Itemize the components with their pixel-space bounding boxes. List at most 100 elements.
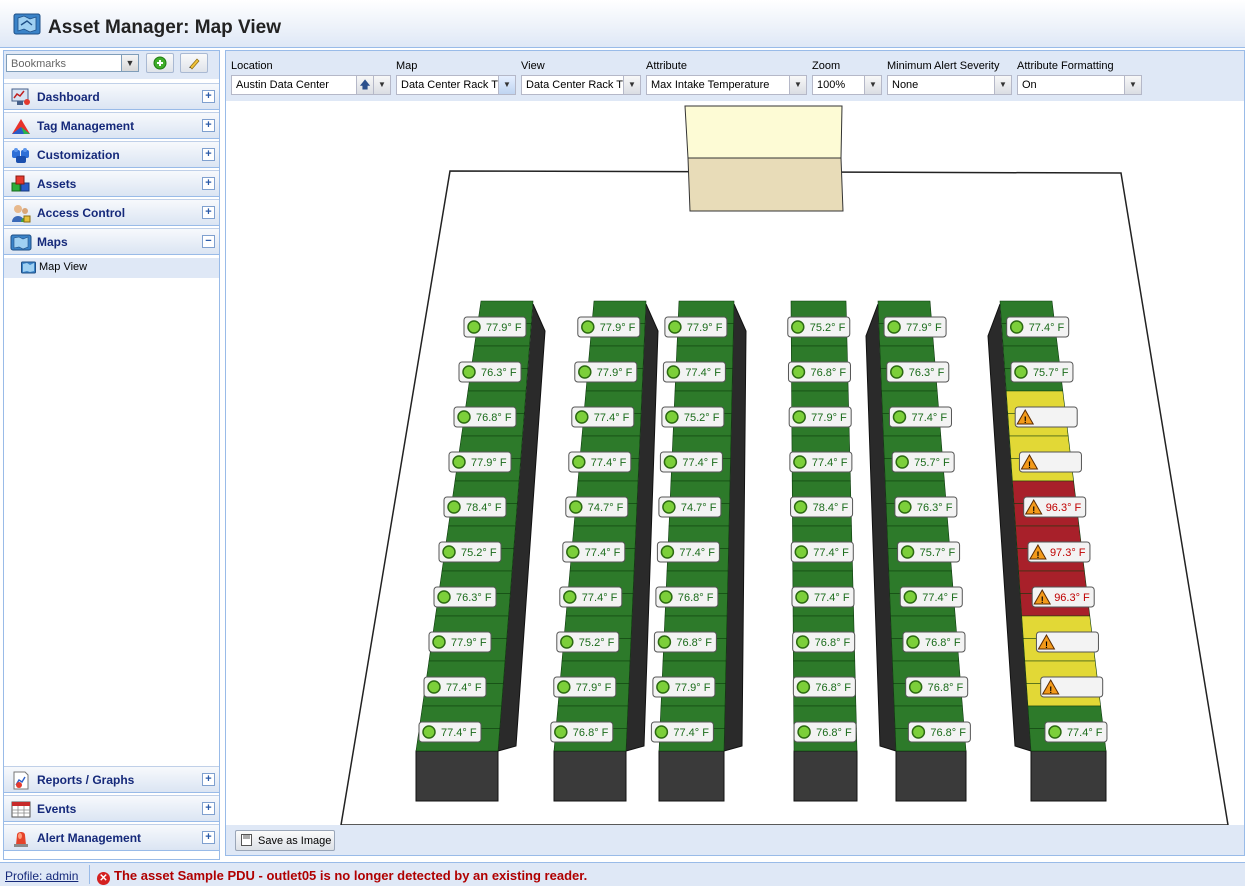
temperature-reading[interactable]: 76.3° F: [894, 496, 958, 518]
edit-bookmark-button[interactable]: [180, 53, 208, 73]
temperature-reading[interactable]: 76.8° F: [907, 721, 971, 743]
temperature-reading[interactable]: 77.4° F: [656, 541, 720, 563]
min-alert-select[interactable]: None ▼: [887, 75, 1012, 95]
temperature-reading[interactable]: 77.9° F: [652, 676, 716, 698]
nav-access-control[interactable]: Access Control +: [4, 199, 219, 226]
temperature-reading[interactable]: 78.4° F: [443, 496, 507, 518]
expand-icon[interactable]: +: [202, 148, 215, 161]
nav-reports-graphs[interactable]: Reports / Graphs +: [4, 766, 219, 793]
chevron-down-icon[interactable]: ▼: [498, 76, 515, 94]
temperature-reading[interactable]: 77.9° F: [463, 316, 527, 338]
temperature-reading[interactable]: 76.8° F: [792, 676, 856, 698]
expand-icon[interactable]: +: [202, 773, 215, 786]
temperature-reading[interactable]: 76.8° F: [905, 676, 969, 698]
temperature-reading[interactable]: 75.2° F: [787, 316, 851, 338]
collapse-icon[interactable]: −: [202, 235, 215, 248]
chevron-down-icon[interactable]: ▼: [623, 76, 640, 94]
temperature-reading[interactable]: !: [1018, 451, 1082, 473]
nav-tag-management[interactable]: Tag Management +: [4, 112, 219, 139]
add-bookmark-button[interactable]: [146, 53, 174, 73]
location-select[interactable]: Austin Data Center 🡅 ▼: [231, 75, 391, 95]
nav-events[interactable]: Events +: [4, 795, 219, 822]
temperature-reading[interactable]: 75.2° F: [556, 631, 620, 653]
rack-row[interactable]: 77.9° F 77.4° F 75.2° F 77.4° F 74.7° F 77.4°…: [650, 300, 747, 802]
temperature-reading[interactable]: 75.7° F: [1010, 361, 1074, 383]
temperature-reading[interactable]: 77.4° F: [899, 586, 963, 608]
zoom-select[interactable]: 100% ▼: [812, 75, 882, 95]
temperature-reading[interactable]: 77.9° F: [428, 631, 492, 653]
expand-icon[interactable]: +: [202, 119, 215, 132]
temperature-reading[interactable]: !: [1014, 406, 1078, 428]
up-arrow-icon[interactable]: 🡅: [356, 76, 373, 94]
temperature-reading[interactable]: 76.8° F: [787, 361, 851, 383]
expand-icon[interactable]: +: [202, 831, 215, 844]
temperature-reading[interactable]: !: [1035, 631, 1099, 653]
nav-map-view[interactable]: Map View: [4, 258, 219, 278]
temperature-reading[interactable]: 77.4° F: [1006, 316, 1070, 338]
temperature-reading[interactable]: 75.2° F: [661, 406, 725, 428]
temperature-reading[interactable]: 76.3° F: [886, 361, 950, 383]
temperature-reading[interactable]: 77.4° F: [562, 541, 626, 563]
temperature-reading[interactable]: 77.4° F: [791, 586, 855, 608]
temperature-reading[interactable]: 77.4° F: [789, 451, 853, 473]
temperature-reading[interactable]: 77.4° F: [790, 541, 854, 563]
temperature-reading[interactable]: 77.9° F: [664, 316, 728, 338]
temperature-reading[interactable]: 76.8° F: [655, 586, 719, 608]
temperature-reading[interactable]: 76.8° F: [902, 631, 966, 653]
chevron-down-icon[interactable]: ▼: [864, 76, 881, 94]
temperature-reading[interactable]: 77.4° F: [571, 406, 635, 428]
temperature-reading[interactable]: ! 96.3° F: [1023, 496, 1087, 518]
temperature-reading[interactable]: 77.4° F: [650, 721, 714, 743]
nav-alert-management[interactable]: Alert Management +: [4, 824, 219, 851]
temperature-reading[interactable]: 77.4° F: [659, 451, 723, 473]
temperature-reading[interactable]: 76.8° F: [792, 631, 856, 653]
chevron-down-icon[interactable]: ▼: [789, 76, 806, 94]
temperature-reading[interactable]: 77.4° F: [559, 586, 623, 608]
bookmarks-select[interactable]: Bookmarks ▼: [6, 54, 139, 72]
cooling-unit[interactable]: [684, 105, 844, 212]
temperature-reading[interactable]: 74.7° F: [658, 496, 722, 518]
temperature-reading[interactable]: 76.3° F: [458, 361, 522, 383]
rack-map[interactable]: 77.9° F 76.3° F 76.8° F 77.9° F 78.4° F 75.2°…: [226, 101, 1244, 825]
temperature-reading[interactable]: 76.8° F: [550, 721, 614, 743]
temperature-reading[interactable]: 75.2° F: [438, 541, 502, 563]
chevron-down-icon[interactable]: ▼: [1124, 76, 1141, 94]
attr-format-select[interactable]: On ▼: [1017, 75, 1142, 95]
temperature-reading[interactable]: 77.4° F: [662, 361, 726, 383]
chevron-down-icon[interactable]: ▼: [994, 76, 1011, 94]
temperature-reading[interactable]: 77.4° F: [423, 676, 487, 698]
temperature-reading[interactable]: !: [1040, 676, 1104, 698]
temperature-reading[interactable]: 77.9° F: [883, 316, 947, 338]
temperature-reading[interactable]: 77.9° F: [577, 316, 641, 338]
nav-assets[interactable]: Assets +: [4, 170, 219, 197]
temperature-reading[interactable]: 77.4° F: [1044, 721, 1108, 743]
temperature-reading[interactable]: 76.8° F: [793, 721, 857, 743]
expand-icon[interactable]: +: [202, 206, 215, 219]
chevron-down-icon[interactable]: ▼: [373, 76, 390, 94]
temperature-reading[interactable]: 77.9° F: [553, 676, 617, 698]
temperature-reading[interactable]: 76.8° F: [653, 631, 717, 653]
view-select[interactable]: Data Center Rack T ▼: [521, 75, 641, 95]
temperature-reading[interactable]: 74.7° F: [565, 496, 629, 518]
temperature-reading[interactable]: ! 97.3° F: [1027, 541, 1091, 563]
temperature-reading[interactable]: 77.4° F: [568, 451, 632, 473]
map-select[interactable]: Data Center Rack T ▼: [396, 75, 516, 95]
expand-icon[interactable]: +: [202, 90, 215, 103]
temperature-reading[interactable]: 78.4° F: [790, 496, 854, 518]
temperature-reading[interactable]: 75.7° F: [891, 451, 955, 473]
chevron-down-icon[interactable]: ▼: [121, 55, 138, 71]
nav-customization[interactable]: Customization +: [4, 141, 219, 168]
map-canvas[interactable]: 77.9° F 76.3° F 76.8° F 77.9° F 78.4° F 75.2°…: [226, 101, 1244, 825]
temperature-reading[interactable]: 75.7° F: [897, 541, 961, 563]
expand-icon[interactable]: +: [202, 177, 215, 190]
expand-icon[interactable]: +: [202, 802, 215, 815]
temperature-reading[interactable]: 77.9° F: [788, 406, 852, 428]
attribute-select[interactable]: Max Intake Temperature ▼: [646, 75, 807, 95]
save-as-image-button[interactable]: Save as Image: [235, 830, 335, 851]
temperature-reading[interactable]: 77.9° F: [574, 361, 638, 383]
nav-dashboard[interactable]: Dashboard +: [4, 83, 219, 110]
temperature-reading[interactable]: ! 96.3° F: [1031, 586, 1095, 608]
temperature-reading[interactable]: 76.8° F: [453, 406, 517, 428]
temperature-reading[interactable]: 77.4° F: [418, 721, 482, 743]
temperature-reading[interactable]: 77.9° F: [448, 451, 512, 473]
